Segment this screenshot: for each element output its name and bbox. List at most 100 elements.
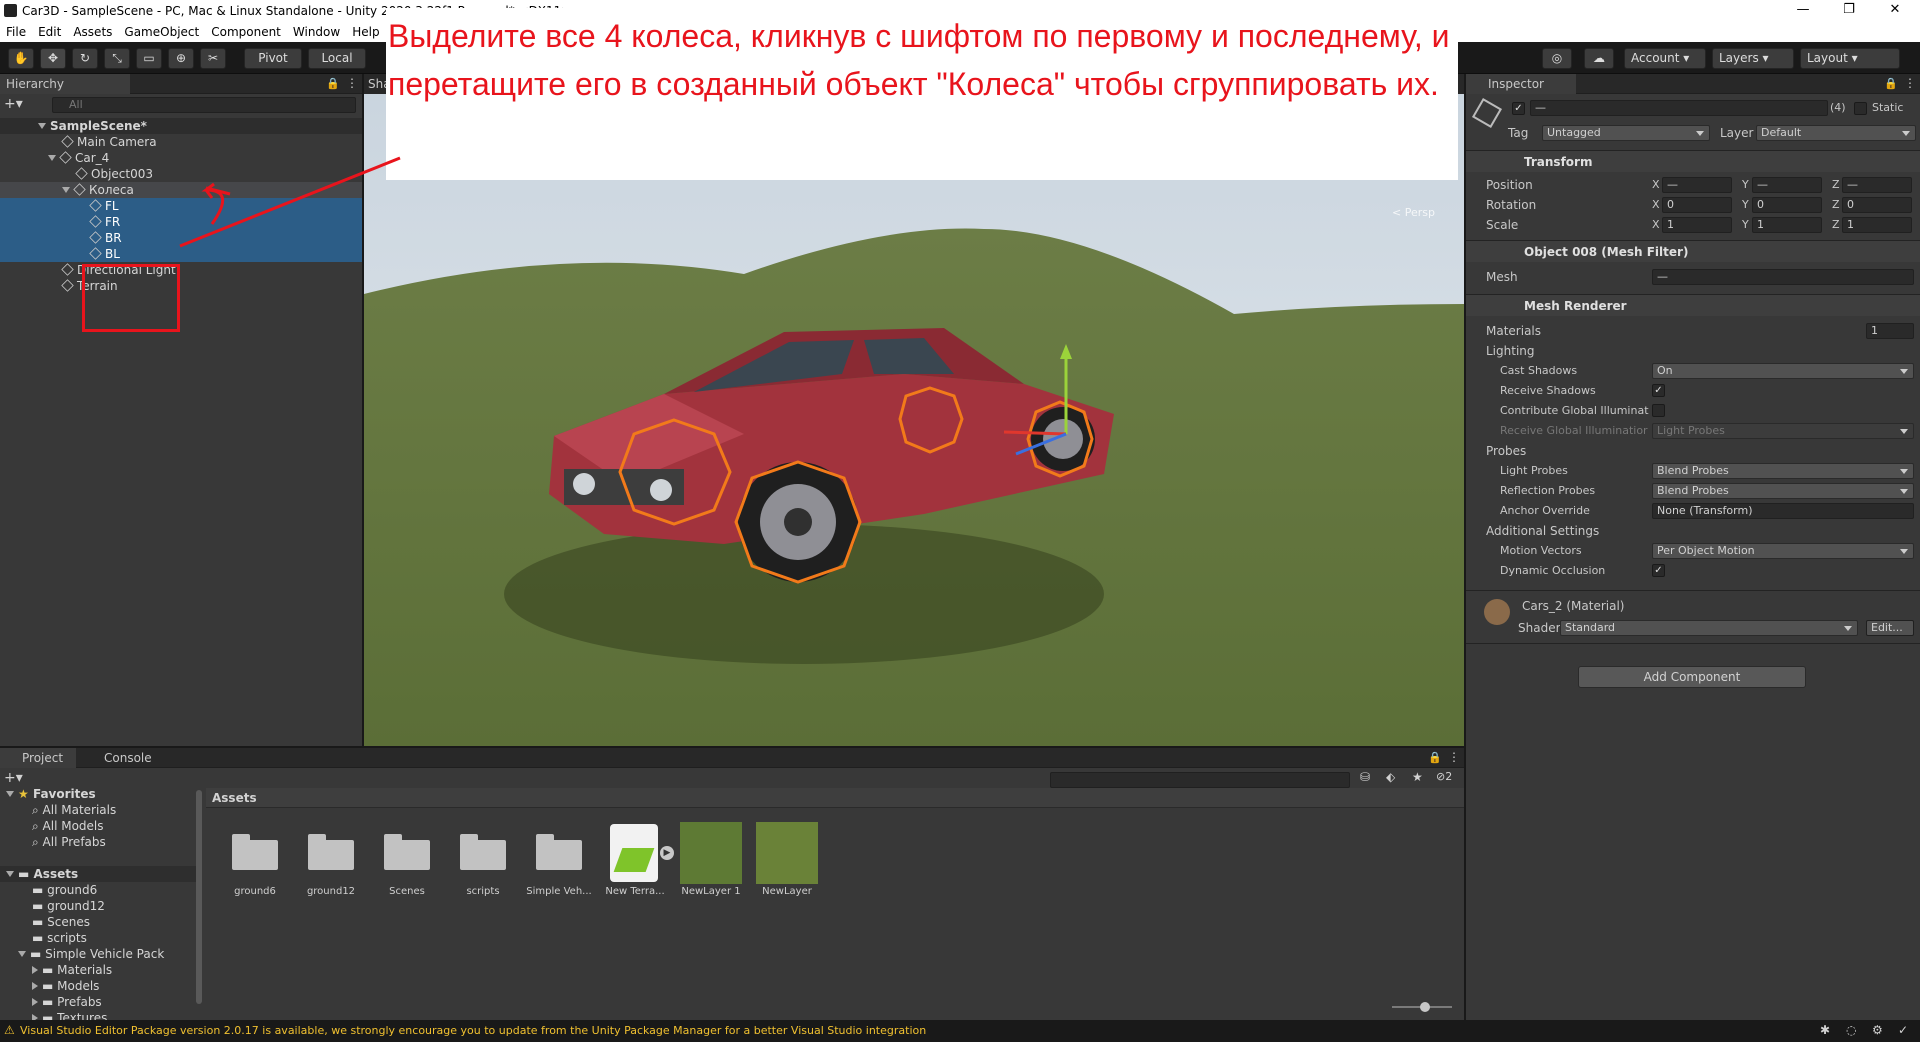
- collab-icon[interactable]: ◎: [1542, 48, 1572, 69]
- meshfilter-header[interactable]: Object 008 (Mesh Filter): [1466, 240, 1920, 262]
- rotation-z-field[interactable]: 0: [1842, 197, 1912, 213]
- transform-header[interactable]: Transform: [1466, 150, 1920, 172]
- persp-label[interactable]: < Persp: [1392, 206, 1435, 219]
- tree-folder-materials[interactable]: ▬ Materials: [0, 962, 112, 978]
- contribute-gi-checkbox[interactable]: [1652, 404, 1665, 417]
- asset-folder-scripts[interactable]: [458, 830, 506, 870]
- add-component-button[interactable]: Add Component: [1578, 666, 1806, 688]
- scale-x-field[interactable]: 1: [1662, 217, 1732, 233]
- pivot-toggle[interactable]: Pivot: [244, 48, 302, 69]
- tree-folder-ground12[interactable]: ▬ ground12: [0, 898, 105, 914]
- tree-folder-textures[interactable]: ▬ Textures: [0, 1010, 107, 1020]
- transform-tool-icon[interactable]: ⊕: [168, 48, 194, 69]
- reflection-probes-dropdown[interactable]: Blend Probes: [1652, 483, 1914, 499]
- hierarchy-item-object003[interactable]: Object003: [0, 166, 153, 182]
- tree-folder-prefabs[interactable]: ▬ Prefabs: [0, 994, 102, 1010]
- add-icon[interactable]: +▾: [4, 96, 23, 112]
- tab-project[interactable]: Project: [0, 748, 76, 768]
- asset-folder-simple-vehicle-pack[interactable]: [534, 830, 582, 870]
- shader-dropdown[interactable]: Standard: [1560, 620, 1858, 636]
- rotation-y-field[interactable]: 0: [1752, 197, 1822, 213]
- lock-icon[interactable]: 🔒: [1428, 751, 1442, 764]
- scene-root-row[interactable]: SampleScene*: [0, 118, 362, 134]
- tab-inspector[interactable]: Inspector: [1466, 74, 1576, 94]
- object-name-input[interactable]: —: [1530, 100, 1828, 116]
- anchor-override-field[interactable]: None (Transform): [1652, 503, 1914, 519]
- static-label[interactable]: Static: [1872, 101, 1903, 114]
- hidden-packages-icon[interactable]: ⊘2: [1436, 770, 1452, 783]
- tree-folder-scripts[interactable]: ▬ scripts: [0, 930, 87, 946]
- create-icon[interactable]: +▾: [4, 770, 23, 786]
- status-progress-icon[interactable]: ◌: [1846, 1023, 1856, 1037]
- favorites-foldout[interactable]: ★ Favorites: [0, 786, 96, 802]
- materials-label[interactable]: Materials: [1486, 324, 1541, 338]
- scale-tool-icon[interactable]: ⤡: [104, 48, 130, 69]
- hierarchy-item-main-camera[interactable]: Main Camera: [0, 134, 157, 150]
- tree-folder-models[interactable]: ▬ Models: [0, 978, 99, 994]
- tree-folder-simple-vehicle-pack[interactable]: ▬ Simple Vehicle Pack: [0, 946, 164, 962]
- kebab-menu-icon[interactable]: ⋮: [1448, 750, 1460, 764]
- position-y-field[interactable]: —: [1752, 177, 1822, 193]
- mesh-field[interactable]: —: [1652, 269, 1914, 285]
- status-bug-icon[interactable]: ✱: [1820, 1023, 1830, 1037]
- dynamic-occlusion-checkbox[interactable]: ✓: [1652, 564, 1665, 577]
- active-checkbox[interactable]: ✓: [1512, 102, 1525, 115]
- asset-folder-ground12[interactable]: [306, 830, 354, 870]
- meshrenderer-header[interactable]: Mesh Renderer: [1466, 294, 1920, 316]
- cast-shadows-dropdown[interactable]: On: [1652, 363, 1914, 379]
- hierarchy-search-input[interactable]: All: [52, 97, 356, 113]
- tab-hierarchy[interactable]: Hierarchy: [0, 74, 130, 94]
- favorites-star-icon[interactable]: ★: [1412, 770, 1423, 784]
- hand-tool-icon[interactable]: ✋: [8, 48, 34, 69]
- menu-component[interactable]: Component: [211, 25, 281, 39]
- local-toggle[interactable]: Local: [308, 48, 366, 69]
- tab-console[interactable]: Console: [82, 748, 162, 768]
- layer-dropdown[interactable]: Default: [1756, 125, 1916, 141]
- menu-window[interactable]: Window: [293, 25, 340, 39]
- fav-all-models[interactable]: ⌕ All Models: [0, 818, 104, 834]
- lighting-foldout[interactable]: Lighting: [1486, 344, 1535, 358]
- lock-icon[interactable]: 🔒: [1884, 77, 1898, 90]
- tree-folder-scenes[interactable]: ▬ Scenes: [0, 914, 90, 930]
- rotate-tool-icon[interactable]: ↻: [72, 48, 98, 69]
- menu-assets[interactable]: Assets: [73, 25, 112, 39]
- menu-file[interactable]: File: [6, 25, 26, 39]
- terrain-asset-icon[interactable]: [610, 824, 658, 882]
- tag-dropdown[interactable]: Untagged: [1542, 125, 1710, 141]
- additional-settings-foldout[interactable]: Additional Settings: [1486, 524, 1599, 538]
- status-message[interactable]: Visual Studio Editor Package version 2.0…: [20, 1024, 926, 1037]
- tree-folder-ground6[interactable]: ▬ ground6: [0, 882, 97, 898]
- rotation-x-field[interactable]: 0: [1662, 197, 1732, 213]
- position-z-field[interactable]: —: [1842, 177, 1912, 193]
- zoom-slider-thumb[interactable]: [1420, 1002, 1430, 1012]
- probes-foldout[interactable]: Probes: [1486, 444, 1526, 458]
- static-checkbox[interactable]: [1854, 102, 1867, 115]
- tree-scrollbar[interactable]: [196, 790, 202, 1004]
- hierarchy-item-car4[interactable]: Car_4: [0, 150, 109, 166]
- filter-type-icon[interactable]: ⛁: [1360, 770, 1370, 784]
- expand-asset-icon[interactable]: ▶: [660, 846, 674, 860]
- asset-folder-ground6[interactable]: [230, 830, 278, 870]
- layout-dropdown[interactable]: Layout ▾: [1800, 48, 1900, 69]
- move-tool-icon[interactable]: ✥: [40, 48, 66, 69]
- menu-edit[interactable]: Edit: [38, 25, 61, 39]
- maximize-button[interactable]: ❐: [1826, 0, 1872, 22]
- scale-z-field[interactable]: 1: [1842, 217, 1912, 233]
- assets-foldout[interactable]: ▬ Assets: [0, 866, 196, 882]
- close-button[interactable]: ✕: [1872, 0, 1918, 22]
- terrain-layer-thumbnail[interactable]: [680, 822, 742, 884]
- shader-edit-button[interactable]: Edit...: [1866, 620, 1914, 636]
- custom-tool-icon[interactable]: ✂: [200, 48, 226, 69]
- terrain-layer-thumbnail[interactable]: [756, 822, 818, 884]
- menu-help[interactable]: Help: [352, 25, 379, 39]
- gizmo-x-axis[interactable]: [1003, 430, 1067, 436]
- account-dropdown[interactable]: Account ▾: [1624, 48, 1706, 69]
- kebab-menu-icon[interactable]: ⋮: [346, 76, 358, 90]
- motion-vectors-dropdown[interactable]: Per Object Motion: [1652, 543, 1914, 559]
- kebab-menu-icon[interactable]: ⋮: [1904, 76, 1916, 90]
- receive-shadows-checkbox[interactable]: ✓: [1652, 384, 1665, 397]
- scale-y-field[interactable]: 1: [1752, 217, 1822, 233]
- cloud-icon[interactable]: ☁: [1584, 48, 1614, 69]
- status-check-icon[interactable]: ✓: [1898, 1023, 1908, 1037]
- position-x-field[interactable]: —: [1662, 177, 1732, 193]
